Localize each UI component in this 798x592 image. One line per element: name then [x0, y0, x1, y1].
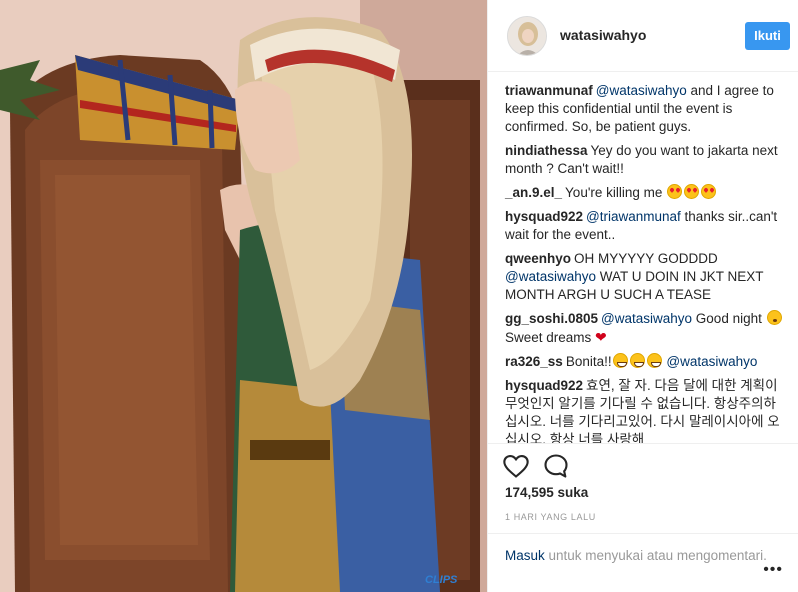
- comment-username[interactable]: nindiathessa: [505, 143, 588, 158]
- photo-tag: CLIPS: [425, 574, 458, 586]
- avatar-image: [508, 17, 546, 55]
- comment-mention[interactable]: @triawanmunaf: [586, 209, 681, 224]
- likes-count[interactable]: 174,595 suka: [505, 485, 588, 500]
- comment-item: qweenhyo OH MYYYYY GODDDD @watasiwahyo WA…: [505, 250, 787, 304]
- comment-text: OH MYYYYY GODDDD: [574, 251, 718, 266]
- comment-username[interactable]: qweenhyo: [505, 251, 571, 266]
- comment-mention[interactable]: @watasiwahyo: [666, 354, 757, 369]
- login-link[interactable]: Masuk: [505, 548, 545, 563]
- comment-text: Good night: [692, 311, 766, 326]
- heart-eyes-emoji-icon: [701, 184, 717, 199]
- comment-item: gg_soshi.0805 @watasiwahyo Good night Swe…: [505, 310, 787, 347]
- comment-username[interactable]: triawanmunaf: [505, 83, 593, 98]
- post-photo[interactable]: CLIPS: [0, 0, 487, 592]
- comments-list[interactable]: triawanmunaf @watasiwahyo and I agree to …: [488, 72, 798, 443]
- grin-emoji-icon: [612, 353, 628, 368]
- comment-item: ra326_ss Bonita!! @watasiwahyo: [505, 353, 787, 371]
- comment-username[interactable]: hysquad922: [505, 378, 583, 393]
- more-options-icon[interactable]: •••: [763, 560, 783, 579]
- comment-username[interactable]: hysquad922: [505, 209, 583, 224]
- heart-eyes-emoji-icon: [684, 184, 700, 199]
- like-heart-icon[interactable]: [502, 452, 530, 480]
- post-header: watasiwahyo Ikuti: [488, 0, 798, 72]
- comment-text: Bonita!!: [565, 354, 612, 369]
- grin-emoji-icon: [629, 353, 645, 368]
- comment-item: triawanmunaf @watasiwahyo and I agree to …: [505, 82, 787, 136]
- comment-item: nindiathessa Yey do you want to jakarta n…: [505, 142, 787, 178]
- comment-item: hysquad922 @triawanmunaf thanks sir..can'…: [505, 208, 787, 244]
- sleeping-emoji-icon: [766, 310, 782, 325]
- comment-item: hysquad922 효연, 잘 자. 다음 달에 대한 계획이 무엇인지 알기를…: [505, 377, 787, 443]
- post-timestamp: 1 HARI YANG LALU: [505, 512, 596, 522]
- comment-mention[interactable]: @watasiwahyo: [596, 83, 687, 98]
- red-heart-emoji-icon: ❤: [595, 329, 607, 345]
- post-panel: watasiwahyo Ikuti triawanmunaf @watasiwah…: [487, 0, 798, 592]
- follow-button[interactable]: Ikuti: [745, 22, 790, 50]
- heart-eyes-emoji-icon: [667, 184, 683, 199]
- comment-text: You're killing me: [565, 185, 667, 200]
- post-image: CLIPS: [0, 0, 487, 592]
- comment-text: Sweet dreams: [505, 330, 596, 345]
- login-prompt-text: untuk menyukai atau mengomentari.: [544, 548, 767, 563]
- grin-emoji-icon: [646, 353, 662, 368]
- comment-username[interactable]: gg_soshi.0805: [505, 311, 598, 326]
- avatar[interactable]: [507, 16, 547, 56]
- username[interactable]: watasiwahyo: [560, 27, 646, 43]
- login-prompt: Masuk untuk menyukai atau mengomentari. …: [488, 533, 798, 592]
- comment-bubble-icon[interactable]: [542, 452, 570, 480]
- comment-username[interactable]: ra326_ss: [505, 354, 563, 369]
- comment-item: _an.9.el_ You're killing me: [505, 184, 787, 202]
- comment-mention[interactable]: @watasiwahyo: [505, 269, 596, 284]
- comment-username[interactable]: _an.9.el_: [505, 185, 562, 200]
- comment-mention[interactable]: @watasiwahyo: [601, 311, 692, 326]
